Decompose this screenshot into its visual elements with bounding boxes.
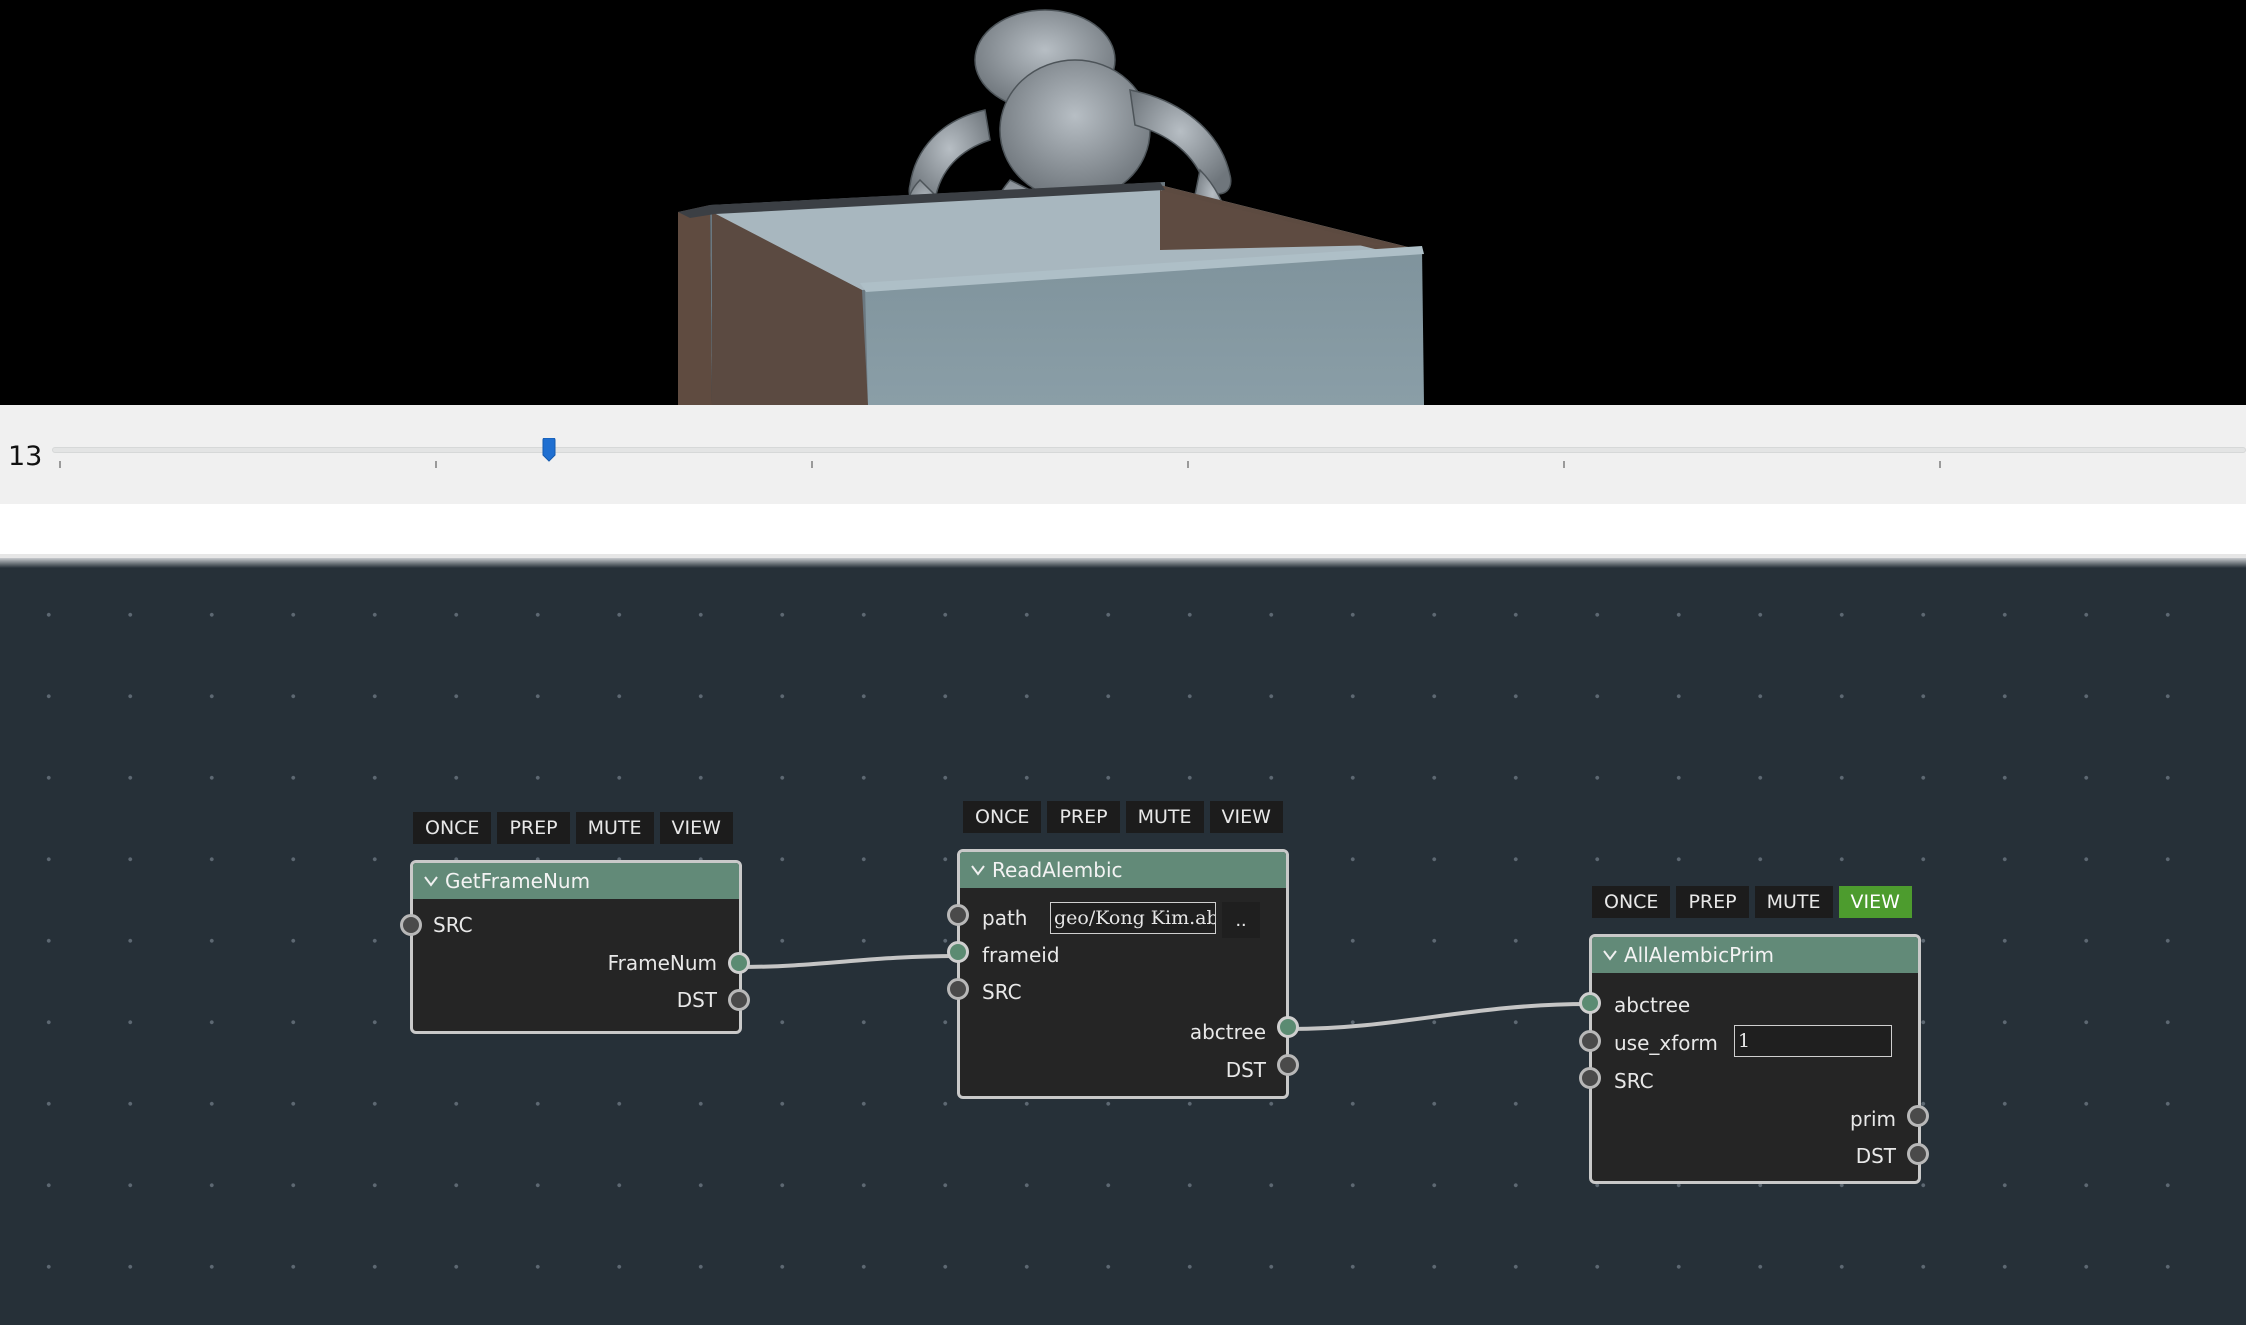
splitter-shadow: [0, 558, 2246, 568]
viewport-scene: [678, 9, 1424, 405]
port-label-use-xform: use_xform: [1614, 1031, 1718, 1055]
allalembicprim-use-xform-port[interactable]: [1579, 1030, 1601, 1052]
node-header[interactable]: GetFrameNum: [413, 863, 739, 899]
getframenum-src-port[interactable]: [400, 914, 422, 936]
readalembic-dst-port[interactable]: [1277, 1054, 1299, 1076]
port-label-abctree: abctree: [1614, 993, 1691, 1017]
port-label-frameid: frameid: [982, 943, 1060, 967]
allalembicprim-prim-port[interactable]: [1907, 1105, 1929, 1127]
port-label-abctree: abctree: [1189, 1020, 1266, 1044]
allalembicprim-node[interactable]: AllAlembicPrim abctree use_xform 1 SRC p…: [1589, 934, 1921, 1184]
allalembicprim-mute-button[interactable]: MUTE: [1754, 886, 1833, 918]
allalembicprim-src-port[interactable]: [1579, 1067, 1601, 1089]
port-label-path: path: [982, 906, 1028, 930]
getframenum-dst-port[interactable]: [728, 989, 750, 1011]
timeline-tick: [435, 461, 437, 468]
readalembic-abctree-port[interactable]: [1277, 1016, 1299, 1038]
getframenum-framenum-port[interactable]: [728, 952, 750, 974]
port-label-prim: prim: [1850, 1107, 1896, 1131]
timeline-slider-handle[interactable]: [542, 438, 556, 462]
getframenum-toolbar: ONCE PREP MUTE VIEW: [413, 812, 733, 844]
readalembic-view-button[interactable]: VIEW: [1209, 801, 1283, 833]
node-header[interactable]: ReadAlembic: [960, 852, 1286, 888]
readalembic-once-button[interactable]: ONCE: [963, 801, 1042, 833]
readalembic-node[interactable]: ReadAlembic path geo/Kong Kim.abc .. fra…: [957, 849, 1289, 1099]
getframenum-mute-button[interactable]: MUTE: [575, 812, 654, 844]
timeline-tick: [1187, 461, 1189, 468]
chevron-down-icon[interactable]: [1602, 947, 1618, 963]
node-title: ReadAlembic: [992, 858, 1123, 882]
getframenum-once-button[interactable]: ONCE: [413, 812, 492, 844]
allalembicprim-abctree-port[interactable]: [1579, 992, 1601, 1014]
port-label-dst: DST: [1855, 1144, 1896, 1168]
readalembic-frameid-port[interactable]: [947, 941, 969, 963]
chevron-down-icon[interactable]: [970, 862, 986, 878]
allalembicprim-once-button[interactable]: ONCE: [1592, 886, 1671, 918]
status-area: [0, 504, 2246, 554]
getframenum-prep-button[interactable]: PREP: [497, 812, 570, 844]
current-frame-label: 13: [8, 441, 43, 472]
readalembic-mute-button[interactable]: MUTE: [1125, 801, 1204, 833]
node-header[interactable]: AllAlembicPrim: [1592, 937, 1918, 973]
allalembicprim-toolbar: ONCE PREP MUTE VIEW: [1592, 886, 1912, 918]
browse-button[interactable]: ..: [1222, 902, 1260, 938]
allalembicprim-prep-button[interactable]: PREP: [1676, 886, 1749, 918]
port-label-dst: DST: [676, 988, 717, 1012]
readalembic-path-port[interactable]: [947, 904, 969, 926]
node-title: GetFrameNum: [445, 869, 591, 893]
readalembic-src-port[interactable]: [947, 978, 969, 1000]
timeline-slider[interactable]: [52, 447, 2246, 453]
readalembic-prep-button[interactable]: PREP: [1047, 801, 1120, 833]
3d-viewport[interactable]: [0, 0, 2246, 405]
path-input[interactable]: geo/Kong Kim.abc: [1050, 902, 1216, 934]
port-label-src: SRC: [982, 980, 1022, 1004]
allalembicprim-view-button[interactable]: VIEW: [1838, 886, 1912, 918]
box-model: [678, 182, 1424, 405]
node-editor[interactable]: ONCE PREP MUTE VIEW GetFrameNum SRC Fram…: [0, 568, 2246, 1325]
getframenum-view-button[interactable]: VIEW: [659, 812, 733, 844]
timeline-bar: 13: [0, 405, 2246, 504]
chevron-down-icon[interactable]: [423, 873, 439, 889]
readalembic-toolbar: ONCE PREP MUTE VIEW: [963, 801, 1283, 833]
timeline-tick: [1563, 461, 1565, 468]
timeline-tick: [1939, 461, 1941, 468]
port-label-dst: DST: [1225, 1058, 1266, 1082]
allalembicprim-dst-port[interactable]: [1907, 1143, 1929, 1165]
wire-framenum-frameid: [738, 954, 958, 969]
port-label-src: SRC: [433, 913, 473, 937]
timeline-tick: [59, 461, 61, 468]
node-title: AllAlembicPrim: [1624, 943, 1775, 967]
wire-abctree-abctree: [1288, 1002, 1590, 1031]
getframenum-node[interactable]: GetFrameNum SRC FrameNum DST: [410, 860, 742, 1034]
timeline-tick: [811, 461, 813, 468]
port-label-src: SRC: [1614, 1069, 1654, 1093]
use-xform-input[interactable]: 1: [1734, 1025, 1892, 1057]
port-label-framenum: FrameNum: [607, 951, 717, 975]
